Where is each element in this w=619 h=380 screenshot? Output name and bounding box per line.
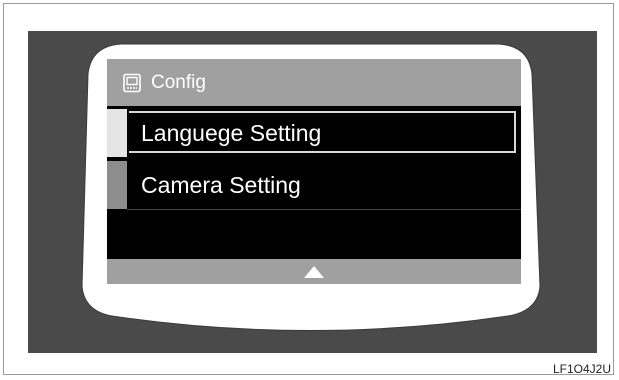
figure-code: LF1O4J2U (552, 362, 611, 376)
title-bar: Config (107, 59, 521, 106)
menu-item-label: Camera Setting (141, 171, 301, 198)
scroll-bar[interactable] (107, 259, 521, 284)
lcd-screen: Config Languege Setting Camera Setting (107, 59, 521, 284)
menu-item-camera-setting[interactable]: Camera Setting (107, 161, 521, 210)
menu-item-label: Languege Setting (141, 119, 322, 146)
config-icon (123, 73, 141, 92)
selection-indicator (107, 109, 127, 157)
menu-item-language-setting[interactable]: Languege Setting (107, 109, 521, 157)
up-arrow-icon[interactable] (303, 265, 325, 279)
item-indicator (107, 161, 127, 209)
page-title: Config (151, 71, 206, 93)
